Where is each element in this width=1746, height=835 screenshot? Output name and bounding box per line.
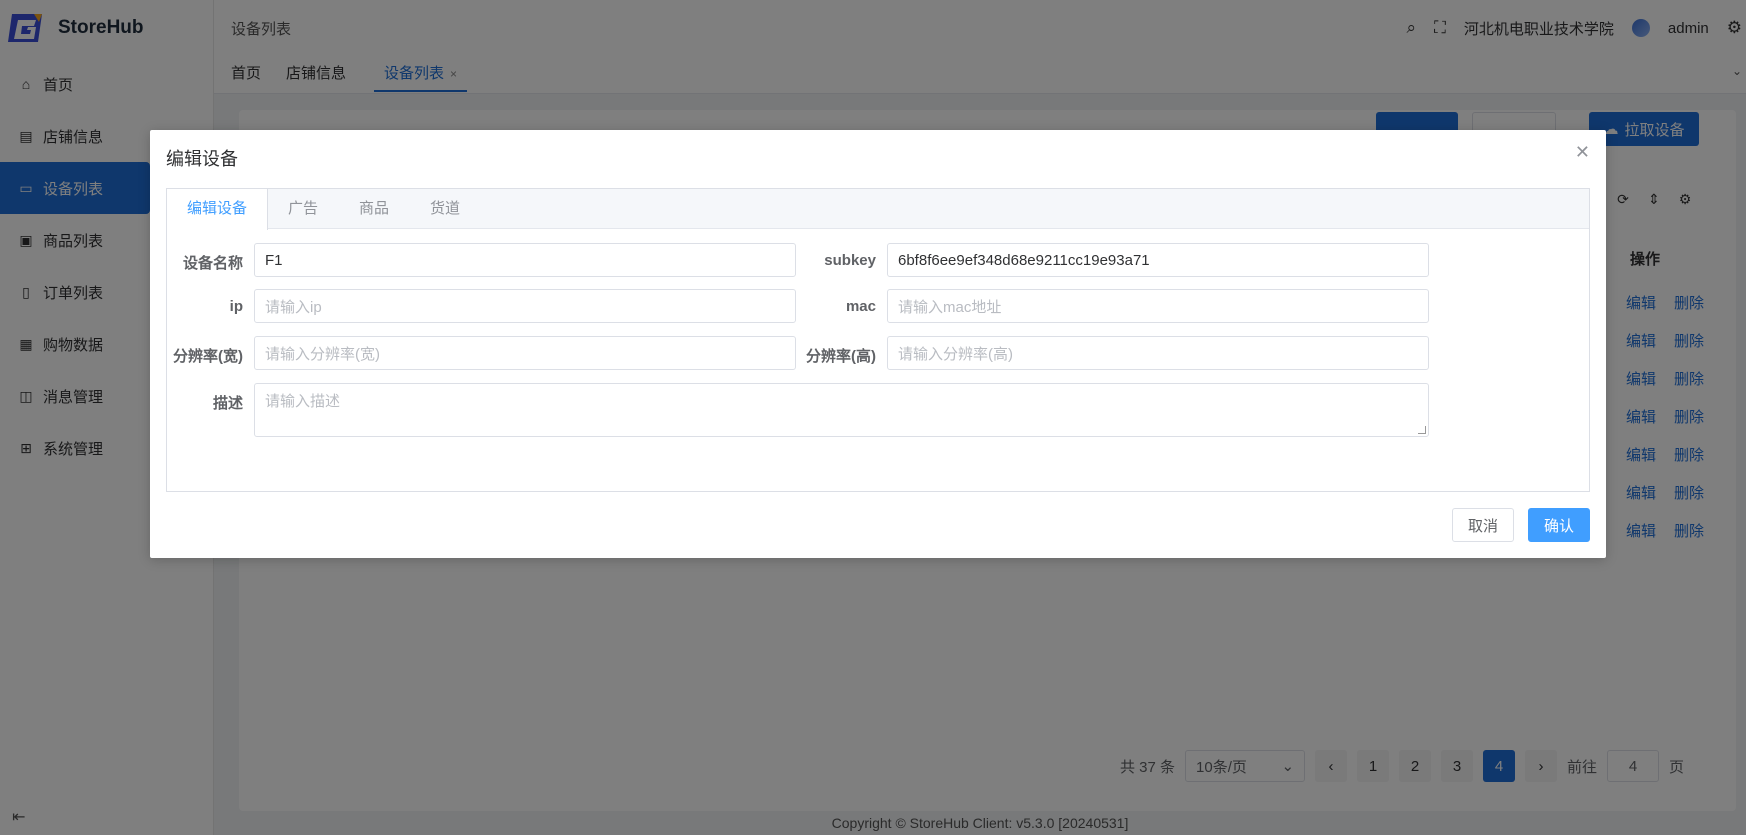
ip-input[interactable]: 请输入ip	[254, 289, 796, 323]
cancel-button[interactable]: 取消	[1452, 508, 1514, 542]
description-textarea[interactable]: 请输入描述	[254, 383, 1429, 437]
device-name-input[interactable]: F1	[254, 243, 796, 277]
tab-edit-device[interactable]: 编辑设备	[167, 189, 269, 230]
resolution-width-input[interactable]: 请输入分辨率(宽)	[254, 336, 796, 370]
edit-device-dialog: 编辑设备 ✕ 编辑设备 广告 商品 货道 设备名称 F1 subkey 6bf8…	[150, 130, 1606, 558]
subkey-label: subkey	[824, 252, 876, 269]
description-label: 描述	[212, 395, 243, 412]
device-name-label: 设备名称	[182, 255, 243, 272]
description-placeholder: 请输入描述	[265, 393, 341, 410]
mac-input[interactable]: 请输入mac地址	[887, 289, 1429, 323]
ip-label: ip	[229, 298, 243, 315]
close-icon[interactable]: ✕	[1575, 142, 1590, 163]
resolution-width-label: 分辨率(宽)	[173, 348, 243, 365]
tab-ads[interactable]: 广告	[268, 189, 339, 229]
resize-handle-icon[interactable]	[1418, 426, 1426, 434]
subkey-input[interactable]: 6bf8f6ee9ef348d68e9211cc19e93a71	[887, 243, 1429, 277]
tab-bar: 编辑设备 广告 商品 货道	[167, 189, 1589, 230]
dialog-title: 编辑设备	[166, 149, 238, 169]
mac-label: mac	[845, 298, 876, 315]
dialog-tabs: 编辑设备 广告 商品 货道 设备名称 F1 subkey 6bf8f6ee9ef…	[166, 188, 1590, 492]
tab-lanes[interactable]: 货道	[410, 189, 481, 229]
resolution-height-input[interactable]: 请输入分辨率(高)	[887, 336, 1429, 370]
confirm-button[interactable]: 确认	[1528, 508, 1590, 542]
tab-products[interactable]: 商品	[339, 189, 410, 229]
resolution-height-label: 分辨率(高)	[806, 348, 876, 365]
